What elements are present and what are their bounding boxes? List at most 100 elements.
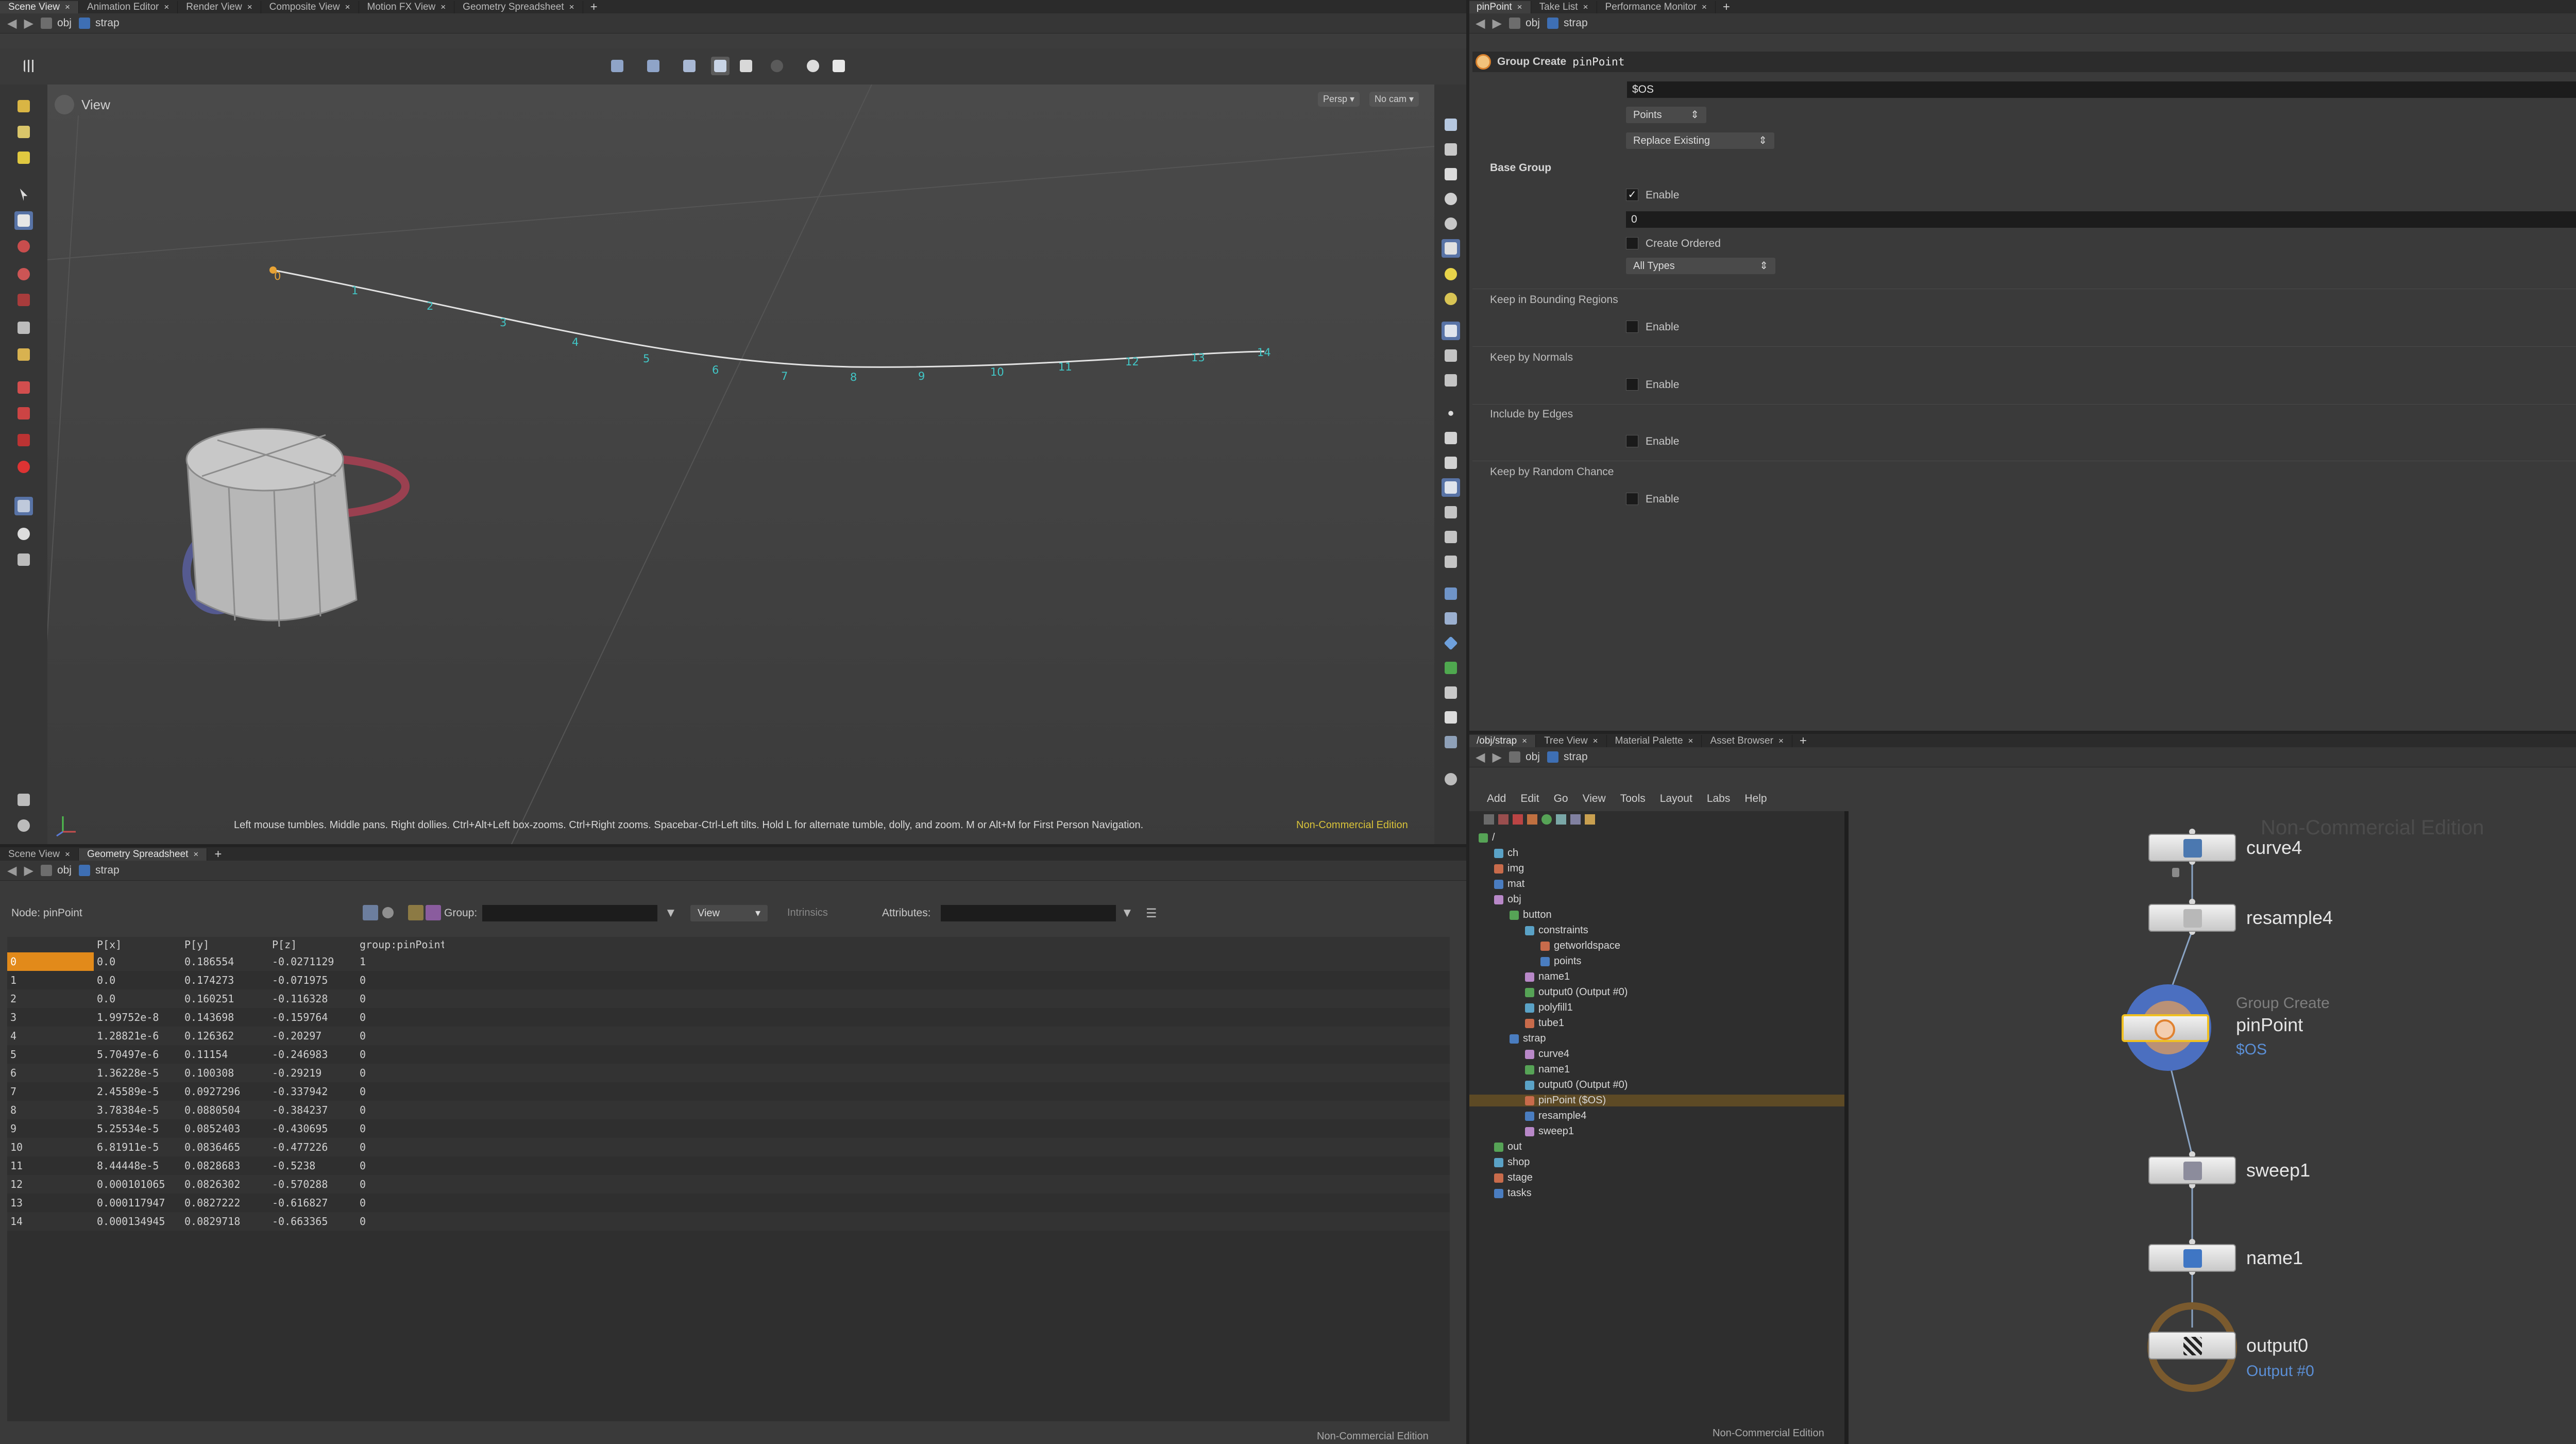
group-name-input[interactable]: $OS xyxy=(1627,81,2576,98)
edges-section[interactable]: Include by Edges xyxy=(1490,408,1573,421)
tree-item[interactable]: getworldspace xyxy=(1540,940,1620,952)
diamond-icon[interactable] xyxy=(1442,634,1460,652)
uv-icon[interactable] xyxy=(1442,371,1460,390)
filter-icon[interactable]: ▼ xyxy=(665,906,677,920)
persp-menu[interactable]: Persp ▾ xyxy=(1318,92,1360,107)
edges-enable-checkbox[interactable] xyxy=(1626,435,1638,447)
table-row[interactable]: 8 3.78384e-5 0.0880504 -0.384237 0 xyxy=(7,1101,1450,1119)
node-name-field[interactable]: pinPoint xyxy=(1572,56,1624,68)
tab-geometry-spreadsheet[interactable]: Geometry Spreadsheet × xyxy=(454,1,583,13)
tree-filter-icon[interactable] xyxy=(1541,814,1552,825)
render-icon[interactable] xyxy=(804,57,822,75)
snap-curve-icon[interactable] xyxy=(680,57,699,75)
table-row[interactable]: 3 1.99752e-8 0.143698 -0.159764 0 xyxy=(7,1008,1450,1027)
points-mode-icon[interactable] xyxy=(363,905,378,920)
group-type-dropdown[interactable]: Points ⇕ xyxy=(1626,107,1706,123)
close-icon[interactable]: × xyxy=(1522,735,1527,747)
create-ordered-checkbox[interactable] xyxy=(1626,237,1638,249)
breadcrumb-strap[interactable]: strap xyxy=(78,864,120,877)
base-group-input[interactable]: 0 xyxy=(1626,211,2576,228)
tree-item[interactable]: button xyxy=(1510,909,1552,921)
tree-item[interactable]: output0 (Output #0) xyxy=(1525,1079,1628,1091)
vertical-splitter[interactable] xyxy=(1466,0,1469,1444)
add-tab-icon[interactable]: + xyxy=(1716,1,1737,13)
random-section[interactable]: Keep by Random Chance xyxy=(1490,466,1614,478)
forward-arrow-icon[interactable]: ▶ xyxy=(1492,750,1501,765)
tree-item[interactable]: output0 (Output #0) xyxy=(1525,986,1628,998)
breadcrumb-strap[interactable]: strap xyxy=(1547,17,1588,29)
menu-add[interactable]: Add xyxy=(1487,793,1506,805)
image-icon[interactable] xyxy=(1442,659,1460,677)
light-icon[interactable] xyxy=(1442,265,1460,283)
record-icon[interactable] xyxy=(14,816,33,835)
tab-geometry-spreadsheet[interactable]: Geometry Spreadsheet × xyxy=(78,848,208,861)
grid-toggle-icon[interactable] xyxy=(1442,708,1460,727)
tree-item[interactable]: mat xyxy=(1494,878,1524,890)
teapot-icon[interactable] xyxy=(14,550,33,569)
tree-filter-icon[interactable] xyxy=(1556,814,1566,825)
close-icon[interactable]: × xyxy=(1517,1,1522,13)
tree-filter-icon[interactable] xyxy=(1585,814,1595,825)
brush-tool-icon[interactable] xyxy=(14,123,33,141)
tree-item[interactable]: out xyxy=(1494,1141,1522,1153)
magnet-icon[interactable] xyxy=(14,404,33,423)
tree-item[interactable]: name1 xyxy=(1525,971,1570,983)
shading-icon[interactable] xyxy=(1442,140,1460,159)
point-numbers-icon[interactable] xyxy=(1442,478,1460,497)
breadcrumb-obj[interactable]: obj xyxy=(40,864,72,877)
lock-icon[interactable] xyxy=(2172,868,2179,877)
table-row[interactable]: 0 0.0 0.186554 -0.0271129 1 xyxy=(7,952,1450,971)
tree-item[interactable]: polyfill1 xyxy=(1525,1002,1573,1014)
bounding-icon[interactable] xyxy=(1442,552,1460,571)
tab-tree-view[interactable]: Tree View × xyxy=(1536,735,1607,747)
snap-icon[interactable] xyxy=(608,57,626,75)
tree-filter-icon[interactable] xyxy=(1570,814,1581,825)
point-display-icon[interactable] xyxy=(1442,404,1460,423)
grid-icon[interactable] xyxy=(21,57,39,75)
intrinsics-button[interactable]: Intrinsics xyxy=(787,907,828,919)
initial-merge-dropdown[interactable]: Replace Existing ⇕ xyxy=(1626,132,1774,149)
table-row[interactable]: 11 8.44448e-5 0.0828683 -0.5238 0 xyxy=(7,1156,1450,1175)
ortho-icon[interactable] xyxy=(1442,528,1460,546)
close-icon[interactable]: × xyxy=(1583,1,1588,13)
table-row[interactable]: 13 0.000117947 0.0827222 -0.616827 0 xyxy=(7,1194,1450,1212)
back-arrow-icon[interactable]: ◀ xyxy=(7,16,16,31)
move-tool-icon[interactable] xyxy=(14,237,33,256)
menu-view[interactable]: View xyxy=(1583,793,1606,805)
axis-icon[interactable] xyxy=(1442,683,1460,702)
close-icon[interactable]: × xyxy=(164,1,169,13)
add-tab-icon[interactable]: + xyxy=(207,848,229,861)
network-editor[interactable]: Non-Commercial Edition curve4 resample4 … xyxy=(1849,811,2576,1444)
tree-item[interactable]: sweep1 xyxy=(1525,1126,1574,1137)
pose-tool-icon[interactable] xyxy=(14,318,33,337)
forward-arrow-icon[interactable]: ▶ xyxy=(24,16,33,31)
table-row[interactable]: 5 5.70497e-6 0.11154 -0.246983 0 xyxy=(7,1045,1450,1064)
strap-curve[interactable] xyxy=(273,269,1265,368)
display-options-icon[interactable] xyxy=(1442,115,1460,134)
table-row[interactable]: 12 0.000101065 0.0826302 -0.570288 0 xyxy=(7,1175,1450,1194)
close-icon[interactable]: × xyxy=(1702,1,1707,13)
tab-composite-view[interactable]: Composite View × xyxy=(261,1,359,13)
close-icon[interactable]: × xyxy=(193,848,198,861)
back-arrow-icon[interactable]: ◀ xyxy=(1476,16,1485,31)
tab-performance-monitor[interactable]: Performance Monitor × xyxy=(1597,1,1716,13)
tree-item[interactable]: points xyxy=(1540,955,1581,967)
base-group-section[interactable]: Base Group xyxy=(1490,162,1551,174)
forward-arrow-icon[interactable]: ▶ xyxy=(1492,16,1501,31)
node-name1[interactable] xyxy=(2148,1244,2236,1272)
tab-motion-fx-view[interactable]: Motion FX View × xyxy=(359,1,455,13)
vertices-mode-icon[interactable] xyxy=(382,907,394,918)
menu-help[interactable]: Help xyxy=(1744,793,1767,805)
menu-edit[interactable]: Edit xyxy=(1520,793,1539,805)
tab-network[interactable]: /obj/strap × xyxy=(1468,735,1536,747)
lock-tool-icon[interactable] xyxy=(14,211,33,230)
tree-item[interactable]: name1 xyxy=(1525,1064,1570,1076)
breadcrumb-obj[interactable]: obj xyxy=(1509,17,1540,29)
node-pinpoint[interactable] xyxy=(2122,1014,2209,1042)
column-header[interactable]: P[z] xyxy=(269,937,357,952)
close-icon[interactable]: × xyxy=(1688,735,1693,747)
tab-scene-view[interactable]: Scene View × xyxy=(0,848,79,861)
tree-item[interactable]: img xyxy=(1494,863,1524,875)
tree-filter-icon[interactable] xyxy=(1498,814,1509,825)
view-dropdown[interactable]: View ▾ xyxy=(690,905,768,921)
